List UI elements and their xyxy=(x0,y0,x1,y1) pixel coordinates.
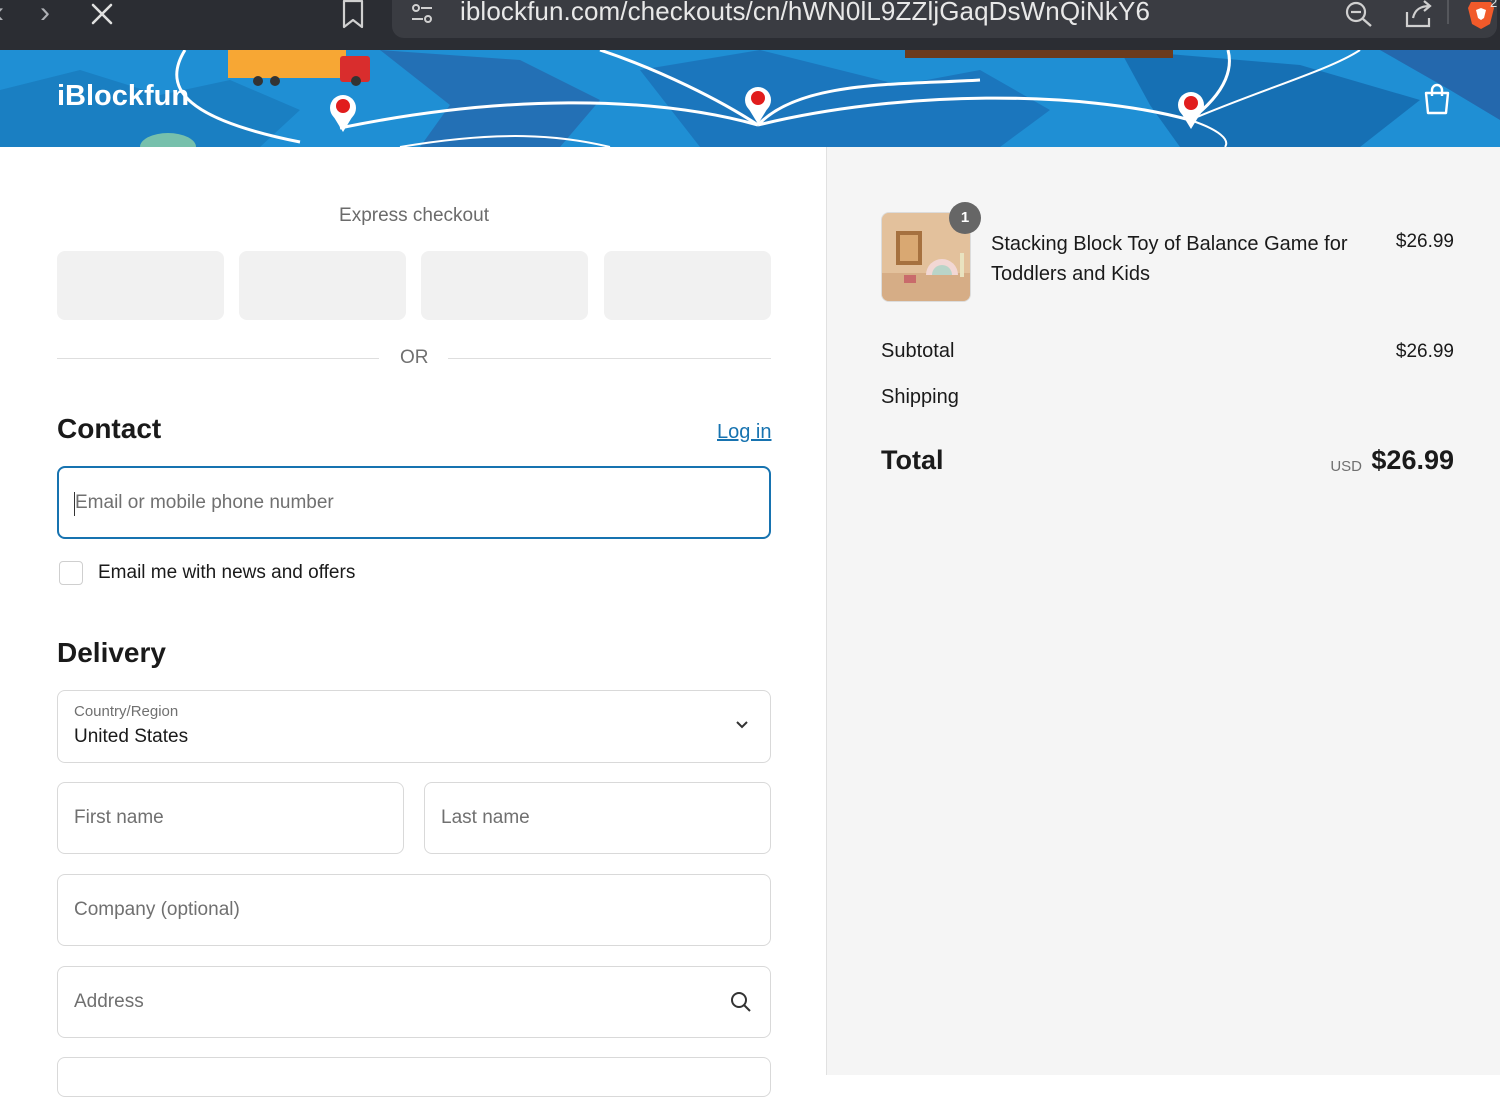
first-name-placeholder: First name xyxy=(74,807,164,828)
zoom-icon[interactable] xyxy=(1344,0,1374,28)
subtotal-value: $26.99 xyxy=(1395,341,1454,362)
bookmark-icon[interactable] xyxy=(340,0,366,30)
or-divider-right xyxy=(448,358,771,359)
map-banner xyxy=(0,50,1500,147)
email-placeholder: Email or mobile phone number xyxy=(75,492,334,513)
forward-icon[interactable]: › xyxy=(40,0,50,30)
last-name-field[interactable]: Last name xyxy=(424,782,771,854)
address-placeholder: Address xyxy=(74,991,144,1012)
product-name: Stacking Block Toy of Balance Game for T… xyxy=(991,233,1348,285)
back-icon[interactable]: ‹ xyxy=(0,0,4,30)
email-field[interactable]: Email or mobile phone number xyxy=(57,466,771,539)
express-button-4[interactable] xyxy=(604,251,771,320)
country-value: United States xyxy=(74,726,189,747)
address-field[interactable]: Address xyxy=(57,966,771,1038)
express-button-2[interactable] xyxy=(239,251,406,320)
company-field[interactable]: Company (optional) xyxy=(57,874,771,946)
store-header: iBlockfun xyxy=(0,50,1500,147)
product-price: $26.99 xyxy=(1395,231,1454,252)
newsletter-label[interactable]: Email me with news and offers xyxy=(98,562,355,584)
site-settings-icon[interactable] xyxy=(410,2,434,26)
total-label: Total xyxy=(881,445,944,475)
store-logo[interactable]: iBlockfun xyxy=(57,80,189,113)
or-divider-left xyxy=(57,358,379,359)
next-field[interactable] xyxy=(57,1057,771,1097)
express-button-3[interactable] xyxy=(421,251,588,320)
toolbar-divider xyxy=(1447,0,1449,24)
close-tab-icon[interactable] xyxy=(90,2,114,26)
extension-badge: 2 xyxy=(1490,0,1498,10)
newsletter-checkbox[interactable] xyxy=(59,561,83,585)
country-select[interactable]: Country/Region United States xyxy=(57,690,771,763)
contact-heading: Contact xyxy=(57,413,162,444)
shopping-bag-icon[interactable] xyxy=(1422,83,1452,115)
last-name-placeholder: Last name xyxy=(441,807,530,828)
browser-toolbar: ‹ › iblockfun.com/checkouts/cn/hWN0lL9ZZ… xyxy=(0,0,1500,50)
search-icon[interactable] xyxy=(729,990,753,1014)
express-button-1[interactable] xyxy=(57,251,224,320)
total-value: $26.99 xyxy=(1371,445,1454,475)
first-name-field[interactable]: First name xyxy=(57,782,404,854)
country-label: Country/Region xyxy=(74,703,179,720)
subtotal-label: Subtotal xyxy=(881,340,955,362)
checkout-form: Express checkout OR Contact Log in Email… xyxy=(0,147,826,1097)
login-link[interactable]: Log in xyxy=(717,421,772,444)
chevron-down-icon xyxy=(736,721,748,729)
share-icon[interactable] xyxy=(1404,0,1434,28)
express-checkout-title: Express checkout xyxy=(339,205,489,226)
delivery-heading: Delivery xyxy=(57,637,166,668)
order-summary: 1 Stacking Block Toy of Balance Game for… xyxy=(826,147,1500,1075)
url-text[interactable]: iblockfun.com/checkouts/cn/hWN0lL9ZZljGa… xyxy=(460,0,1150,27)
total-currency: USD xyxy=(1330,458,1362,475)
quantity-badge: 1 xyxy=(949,202,981,234)
shipping-label: Shipping xyxy=(881,386,959,408)
company-placeholder: Company (optional) xyxy=(74,899,240,920)
or-divider-text: OR xyxy=(400,347,429,368)
